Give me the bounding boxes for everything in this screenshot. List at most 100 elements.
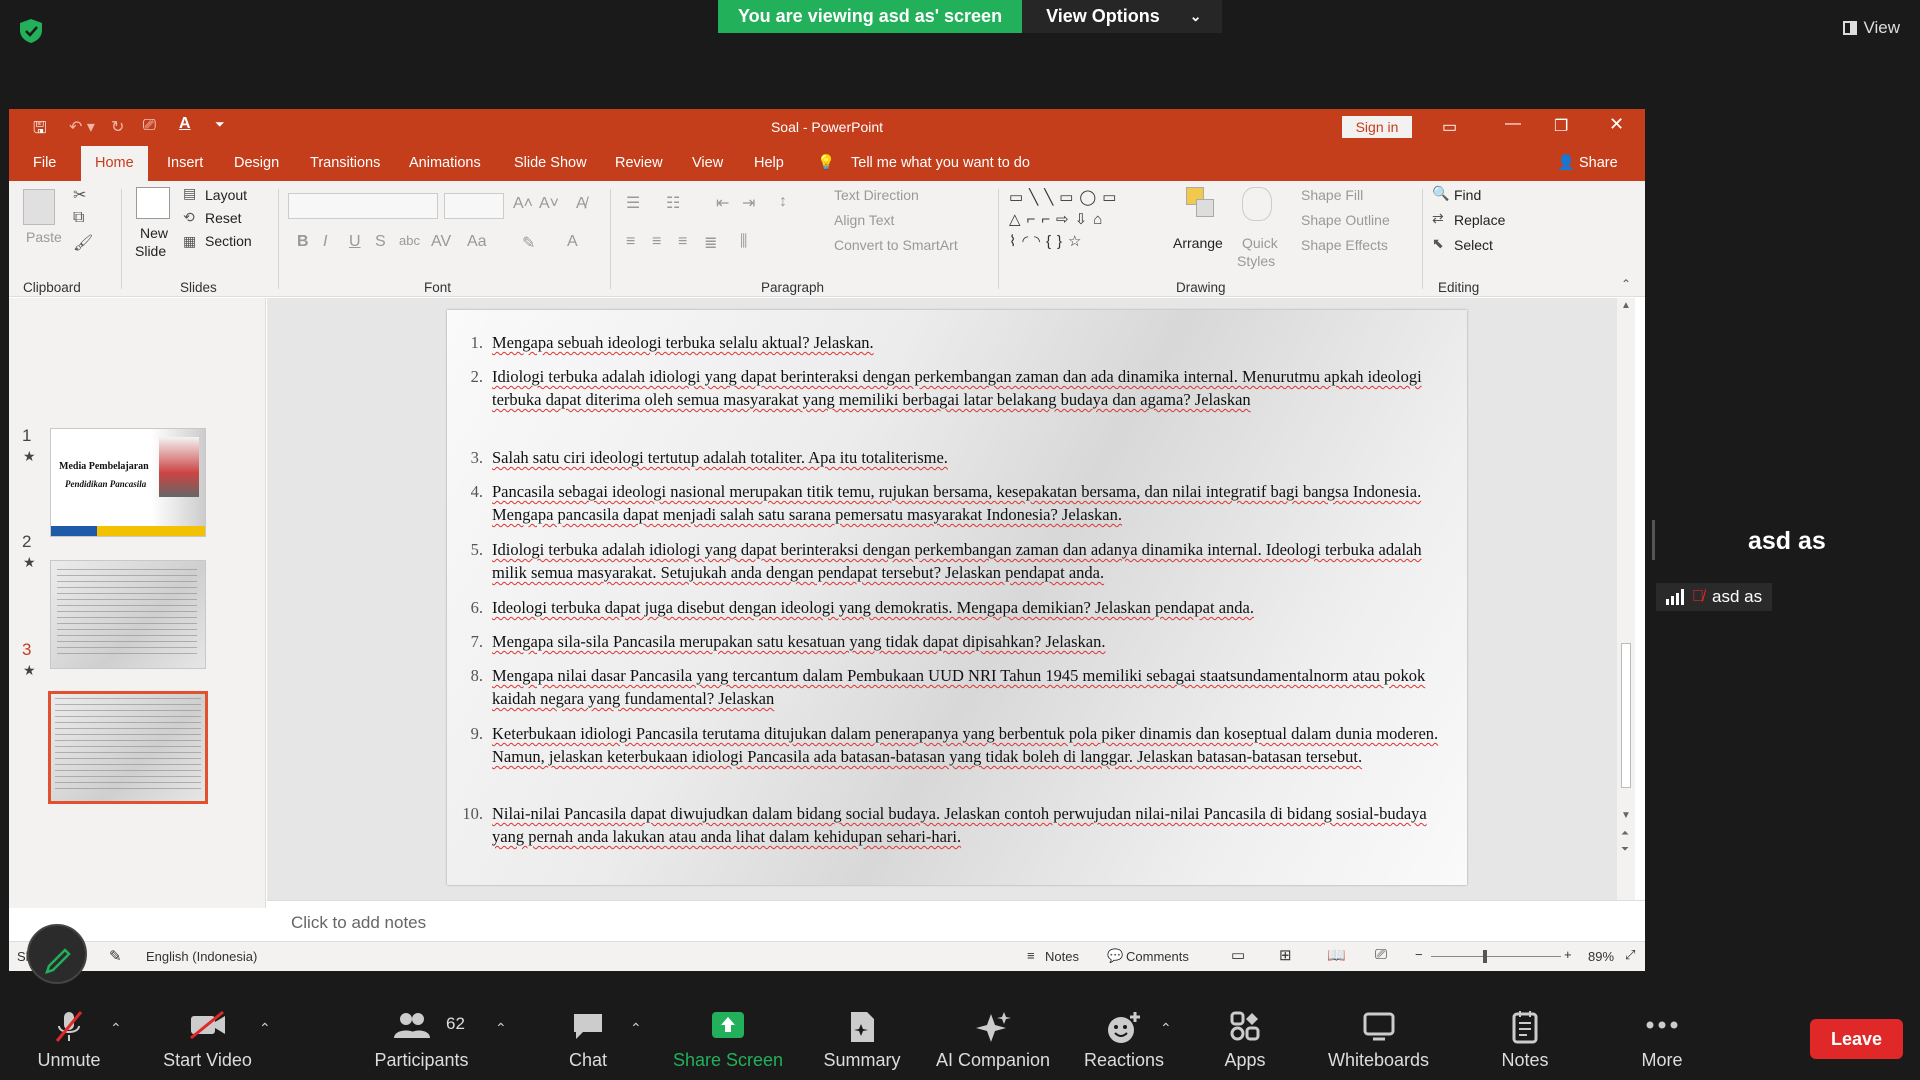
- decrease-indent-icon[interactable]: ⇤: [716, 193, 729, 213]
- grow-font-icon[interactable]: A˄: [513, 195, 533, 213]
- tab-design[interactable]: Design: [234, 146, 279, 181]
- text-direction-button[interactable]: Text Direction: [834, 187, 919, 203]
- notes-pane[interactable]: Click to add notes: [267, 900, 1645, 941]
- zoom-in-icon[interactable]: +: [1564, 947, 1572, 962]
- reset-button[interactable]: Reset: [205, 210, 242, 226]
- char-spacing-icon[interactable]: AV: [431, 233, 451, 251]
- paste-icon[interactable]: [23, 189, 55, 225]
- prev-slide-icon[interactable]: ⏶: [1621, 828, 1629, 839]
- shape-fill-button[interactable]: Shape Fill: [1301, 187, 1363, 203]
- tab-home[interactable]: Home: [81, 146, 148, 181]
- zoom-slider[interactable]: [1431, 956, 1561, 957]
- shape-effects-button[interactable]: Shape Effects: [1301, 237, 1388, 253]
- format-painter-icon[interactable]: 🖌: [73, 233, 93, 253]
- shapes-gallery[interactable]: ▭╲╲▭◯▭ △⌐⌐⇨⇩⌂ ⌇◜◝{}☆: [1009, 187, 1169, 257]
- convert-smartart-button[interactable]: Convert to SmartArt: [834, 237, 958, 253]
- annotate-pencil-button[interactable]: [27, 924, 87, 984]
- reactions-button[interactable]: Reactions: [1078, 990, 1170, 1080]
- ai-companion-button[interactable]: AI Companion: [928, 990, 1058, 1080]
- tab-animations[interactable]: Animations: [409, 146, 481, 181]
- shape-outline-button[interactable]: Shape Outline: [1301, 212, 1390, 228]
- bold-icon[interactable]: B: [297, 233, 309, 251]
- minimize-icon[interactable]: —: [1505, 115, 1521, 133]
- summary-button[interactable]: Summary: [812, 990, 912, 1080]
- zoom-level[interactable]: 89%: [1588, 949, 1614, 964]
- change-case-icon[interactable]: Aa: [467, 233, 487, 251]
- apps-button[interactable]: Apps: [1200, 990, 1290, 1080]
- chat-button[interactable]: Chat: [548, 990, 628, 1080]
- quick-styles-label-2[interactable]: Styles: [1237, 253, 1275, 269]
- clear-format-icon[interactable]: A̸: [576, 195, 587, 213]
- participants-options-chevron-icon[interactable]: ⌃: [495, 1020, 507, 1037]
- question-6[interactable]: 6. Ideologi terbuka dapat juga disebut de…: [471, 596, 1452, 619]
- shadow-icon[interactable]: S: [375, 233, 386, 251]
- arrange-icon[interactable]: [1186, 187, 1216, 221]
- participants-button[interactable]: 62 Participants: [364, 990, 479, 1080]
- tab-file[interactable]: File: [33, 146, 56, 181]
- comments-toggle[interactable]: Comments: [1126, 949, 1189, 964]
- quick-styles-icon[interactable]: [1242, 187, 1272, 221]
- normal-view-icon[interactable]: ▭: [1231, 946, 1245, 964]
- tab-help[interactable]: Help: [754, 146, 784, 181]
- align-right-icon[interactable]: ≡: [678, 233, 687, 251]
- sign-in-button[interactable]: Sign in: [1342, 116, 1412, 138]
- question-1[interactable]: 1. Mengapa sebuah ideologi terbuka selalu…: [471, 331, 1452, 354]
- italic-icon[interactable]: I: [323, 233, 327, 251]
- align-text-button[interactable]: Align Text: [834, 212, 894, 228]
- question-9[interactable]: 9. Keterbukaan idiologi Pancasila terutam…: [471, 722, 1452, 768]
- whiteboards-button[interactable]: Whiteboards: [1316, 990, 1441, 1080]
- notes-button[interactable]: Notes: [1480, 990, 1570, 1080]
- scroll-thumb[interactable]: [1621, 643, 1631, 788]
- close-icon[interactable]: ✕: [1609, 114, 1624, 135]
- reactions-options-chevron-icon[interactable]: ⌃: [1160, 1020, 1172, 1037]
- question-4[interactable]: 4. Pancasila sebagai ideologi nasional me…: [471, 480, 1452, 526]
- audio-options-chevron-icon[interactable]: ⌃: [110, 1020, 122, 1037]
- copy-icon[interactable]: ⧉: [73, 209, 84, 227]
- line-spacing-icon[interactable]: ↕: [779, 193, 787, 211]
- strikethrough-icon[interactable]: abc: [399, 233, 420, 248]
- vertical-scrollbar[interactable]: ▲ ▼ ⏶ ⏷: [1617, 298, 1635, 900]
- share-button[interactable]: Share: [1579, 146, 1618, 181]
- tab-slide-show[interactable]: Slide Show: [514, 146, 587, 181]
- restore-icon[interactable]: ❐: [1554, 116, 1568, 136]
- align-center-icon[interactable]: ≡: [652, 233, 661, 251]
- section-button[interactable]: Section: [205, 233, 252, 249]
- increase-indent-icon[interactable]: ⇥: [742, 193, 755, 213]
- collapse-ribbon-icon[interactable]: ⌃: [1621, 277, 1631, 291]
- justify-icon[interactable]: ≣: [704, 233, 717, 253]
- tab-view[interactable]: View: [692, 146, 723, 181]
- view-button[interactable]: View: [1835, 14, 1908, 42]
- slide-thumbnail-1[interactable]: Media Pembelajaran Pendidikan Pancasila: [50, 428, 206, 537]
- layout-button[interactable]: Layout: [205, 187, 247, 203]
- view-options-button[interactable]: View Options ⌄: [1022, 0, 1222, 33]
- align-left-icon[interactable]: ≡: [626, 233, 635, 251]
- question-7[interactable]: 7. Mengapa sila-sila Pancasila merupakan …: [471, 630, 1452, 653]
- reading-view-icon[interactable]: 📖: [1327, 946, 1346, 964]
- numbering-icon[interactable]: ☷: [666, 193, 680, 213]
- paste-label[interactable]: Paste: [26, 229, 62, 245]
- slide-sorter-icon[interactable]: ⊞: [1279, 946, 1292, 964]
- current-slide[interactable]: 1. Mengapa sebuah ideologi terbuka selalu…: [447, 310, 1467, 885]
- question-3[interactable]: 3. Salah satu ciri ideologi tertutup adal…: [471, 446, 1452, 469]
- font-size-dropdown[interactable]: [444, 193, 504, 219]
- next-slide-icon[interactable]: ⏷: [1621, 844, 1629, 855]
- bullets-icon[interactable]: ☰: [626, 193, 640, 213]
- more-button[interactable]: More: [1617, 990, 1707, 1080]
- fit-slide-icon[interactable]: ⤢: [1625, 947, 1635, 963]
- notes-placeholder[interactable]: Click to add notes: [291, 913, 426, 933]
- tell-me-search[interactable]: Tell me what you want to do: [851, 146, 1030, 181]
- new-slide-icon[interactable]: [136, 187, 170, 219]
- slideshow-icon[interactable]: ⎚: [1375, 946, 1387, 963]
- question-8[interactable]: 8. Mengapa nilai dasar Pancasila yang ter…: [471, 664, 1452, 710]
- font-name-dropdown[interactable]: [288, 193, 438, 219]
- underline-icon[interactable]: U: [349, 233, 361, 251]
- tab-review[interactable]: Review: [615, 146, 663, 181]
- share-screen-button[interactable]: Share Screen: [668, 990, 788, 1080]
- find-button[interactable]: Find: [1454, 187, 1481, 203]
- language-indicator[interactable]: English (Indonesia): [146, 949, 257, 964]
- new-slide-label[interactable]: New: [140, 225, 168, 241]
- select-button[interactable]: Select: [1454, 237, 1493, 253]
- quick-styles-label[interactable]: Quick: [1242, 235, 1278, 251]
- cut-icon[interactable]: ✂: [73, 185, 86, 205]
- question-2[interactable]: 2. Idiologi terbuka adalah idiologi yang …: [471, 365, 1452, 411]
